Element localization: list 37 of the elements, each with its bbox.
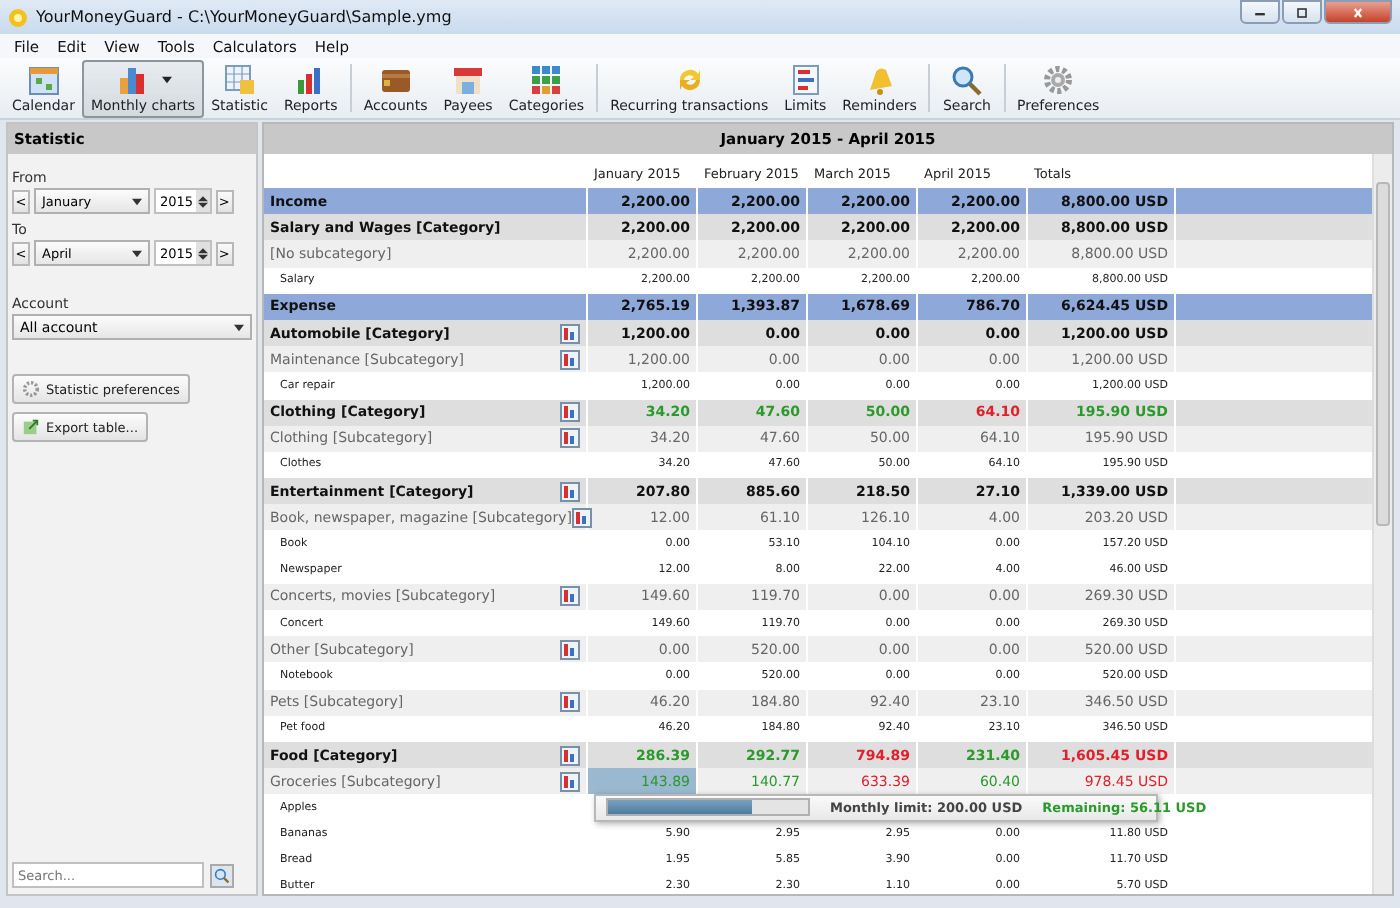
limit-chart-icon[interactable] <box>560 323 580 344</box>
limit-chart-icon[interactable] <box>560 428 580 449</box>
calendar-icon <box>27 63 60 95</box>
limit-chart-icon[interactable] <box>560 349 580 370</box>
minimize-button[interactable] <box>1240 0 1280 24</box>
limit-chart-icon[interactable] <box>560 745 580 766</box>
close-button[interactable] <box>1324 0 1392 24</box>
bar-chart-icon <box>115 63 148 95</box>
maximize-icon <box>1294 7 1310 17</box>
limit-chart-icon[interactable] <box>560 481 580 502</box>
color-grid-icon <box>530 63 563 95</box>
search-icon <box>950 63 983 95</box>
list-icon <box>789 63 822 95</box>
limit-chart-icon[interactable] <box>560 692 580 713</box>
limit-chart-icon[interactable] <box>560 586 580 607</box>
spin-arrows-icon <box>197 245 208 261</box>
app-logo-icon <box>8 7 28 27</box>
settings-icon <box>22 380 40 398</box>
settings-icon <box>1042 63 1075 95</box>
store-icon <box>452 63 485 95</box>
spreadsheet-icon <box>223 63 256 95</box>
maximize-button[interactable] <box>1282 0 1322 24</box>
minimize-icon <box>1252 7 1268 17</box>
scrollbar[interactable] <box>1372 154 1392 894</box>
limit-chart-icon[interactable] <box>560 639 580 660</box>
search-icon <box>214 867 230 883</box>
export-icon <box>22 418 40 436</box>
limit-chart-icon[interactable] <box>560 771 580 792</box>
window-title: YourMoneyGuard - C:\YourMoneyGuard\Sample.ymg <box>36 8 454 26</box>
close-icon <box>1350 7 1366 17</box>
spin-arrows-icon <box>197 193 208 209</box>
limit-chart-icon[interactable] <box>571 507 592 528</box>
caret-icon <box>132 197 142 205</box>
caret-icon <box>132 249 142 257</box>
caret-icon <box>234 323 244 331</box>
search-button[interactable] <box>210 863 234 887</box>
limit-chart-icon[interactable] <box>560 402 580 423</box>
